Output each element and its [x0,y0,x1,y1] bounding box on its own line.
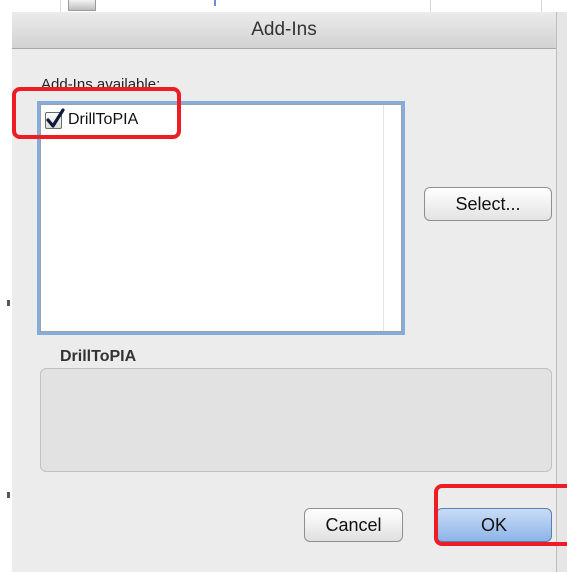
checkmark-icon [46,107,65,128]
background-cell [0,0,61,12]
drilltopia-checkbox[interactable] [45,107,65,129]
list-item-label: DrillToPIA [68,111,139,128]
description-title: DrillToPIA [60,348,137,365]
background-app-icon [68,0,96,11]
addins-list[interactable]: DrillToPIA [40,104,402,332]
dialog-title: Add-Ins [12,12,556,49]
background-cell [300,0,431,12]
list-item-drilltopia[interactable]: DrillToPIA [45,107,245,132]
addins-available-label: Add-Ins available: [41,76,161,93]
select-button[interactable]: Select... [424,187,552,221]
background-right-edge [556,12,567,572]
add-ins-dialog: Add-Ins Add-Ins available: DrillToPIA Se… [12,12,556,572]
background-tick [7,300,10,306]
background-cell [431,0,542,12]
background-tick [7,492,10,498]
background-mark [214,0,216,6]
list-scrollbar[interactable] [383,105,401,331]
description-box [40,368,552,472]
cancel-button[interactable]: Cancel [304,508,403,542]
ok-button[interactable]: OK [436,508,552,542]
